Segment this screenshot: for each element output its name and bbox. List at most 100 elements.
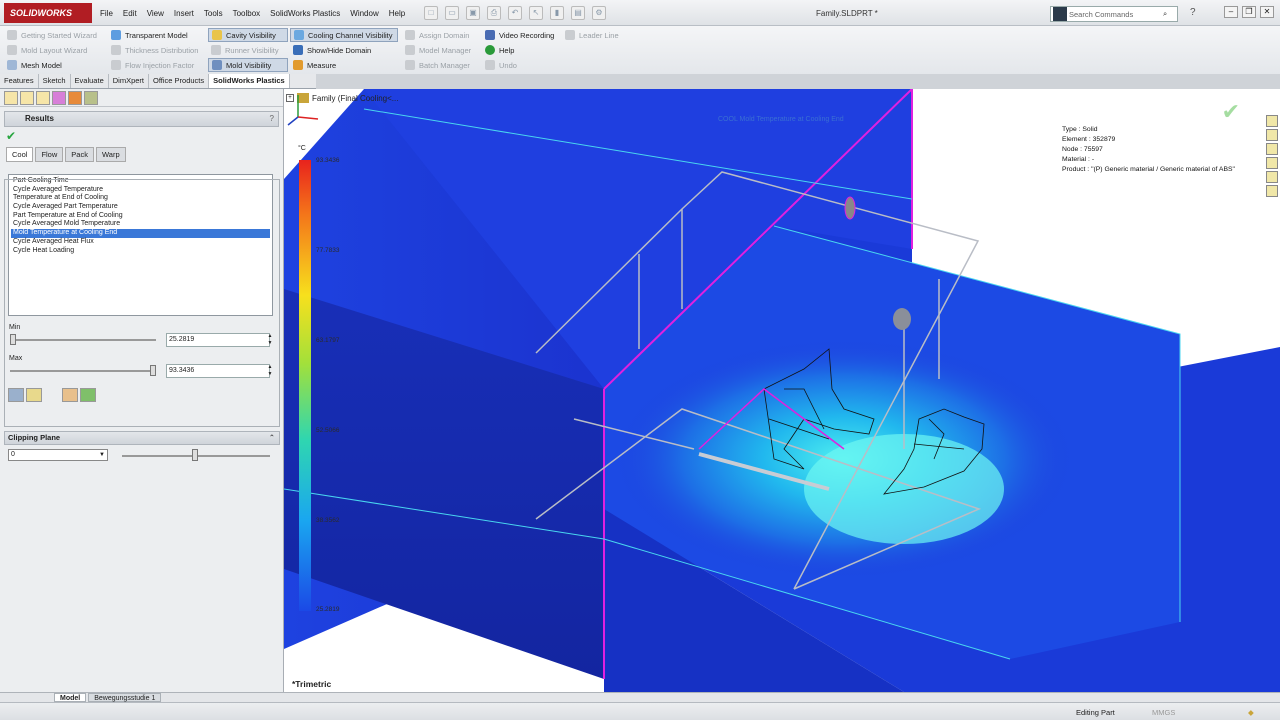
search-scope-icon[interactable]: [1053, 7, 1067, 21]
tab-solidworks-plastics[interactable]: SolidWorks Plastics: [209, 74, 290, 88]
plastics-manager-icon[interactable]: [84, 90, 98, 105]
results-list[interactable]: Part Cooling Time Cycle Averaged Tempera…: [8, 174, 273, 316]
min-value-field[interactable]: 25.2819: [166, 333, 270, 347]
tab-flow[interactable]: Flow: [35, 147, 64, 162]
legend-icon[interactable]: [8, 388, 24, 402]
tab-features[interactable]: Features: [0, 74, 39, 88]
cooling-channel-visibility-button[interactable]: Cooling Channel Visibility: [290, 28, 398, 42]
assign-domain-button[interactable]: Assign Domain: [402, 28, 472, 42]
graphics-area[interactable]: + Family (Final Cooling<... COOL Mold Te…: [284, 89, 1280, 692]
mold-layout-wizard-button[interactable]: Mold Layout Wizard: [4, 43, 90, 57]
cavity-visibility-button[interactable]: Cavity Visibility: [208, 28, 288, 42]
menu-file[interactable]: File: [100, 9, 113, 18]
tab-sketch[interactable]: Sketch: [39, 74, 71, 88]
display-manager-icon[interactable]: [68, 90, 82, 105]
list-item[interactable]: Part Temperature at End of Cooling: [11, 212, 270, 221]
list-item-selected[interactable]: Mold Temperature at Cooling End: [11, 229, 270, 238]
help-icon[interactable]: ?: [1190, 7, 1196, 18]
tab-cool[interactable]: Cool: [6, 147, 34, 162]
search-input[interactable]: Search Commands: [1069, 10, 1163, 19]
minimize-icon[interactable]: –: [1224, 6, 1238, 18]
file-properties-icon[interactable]: ▤: [571, 6, 585, 20]
restore-icon[interactable]: ❐: [1242, 6, 1256, 18]
menu-view[interactable]: View: [147, 9, 164, 18]
tab-motion-study[interactable]: Bewegungsstudie 1: [88, 693, 162, 702]
tab-pack[interactable]: Pack: [65, 147, 94, 162]
view-palette-icon[interactable]: [1266, 157, 1278, 169]
design-library-icon[interactable]: [1266, 129, 1278, 141]
help-button[interactable]: Help: [482, 43, 517, 57]
measure-button[interactable]: Measure: [290, 58, 339, 72]
menu-tools[interactable]: Tools: [204, 9, 223, 18]
edit-plot-icon[interactable]: [62, 388, 78, 402]
appearances-icon[interactable]: [1266, 171, 1278, 183]
max-slider-thumb[interactable]: [150, 365, 156, 376]
show-hide-domain-button[interactable]: Show/Hide Domain: [290, 43, 374, 57]
folder-icon[interactable]: [26, 388, 42, 402]
clipping-plane-header[interactable]: Clipping Plane ⌃: [4, 431, 280, 445]
runner-visibility-button[interactable]: Runner Visibility: [208, 43, 282, 57]
status-units[interactable]: MMGS: [1152, 708, 1175, 717]
print-icon[interactable]: ⎙: [487, 6, 501, 20]
menu-toolbox[interactable]: Toolbox: [233, 9, 261, 18]
undo-icon[interactable]: ↶: [508, 6, 522, 20]
property-manager-icon[interactable]: [20, 90, 34, 105]
mold-visibility-button[interactable]: Mold Visibility: [208, 58, 288, 72]
ok-check-icon[interactable]: ✔: [6, 129, 277, 143]
solidworks-resources-icon[interactable]: [1266, 115, 1278, 127]
tab-model[interactable]: Model: [54, 693, 87, 702]
tab-evaluate[interactable]: Evaluate: [71, 74, 109, 88]
clipping-plane-select[interactable]: 0 ▼: [8, 449, 108, 461]
open-file-icon[interactable]: ▭: [445, 6, 459, 20]
flow-injection-factor-button[interactable]: Flow Injection Factor: [108, 58, 197, 72]
rebuild-icon[interactable]: ▮: [550, 6, 564, 20]
model-manager-button[interactable]: Model Manager: [402, 43, 474, 57]
collapse-icon[interactable]: ⌃: [269, 432, 275, 444]
menu-help[interactable]: Help: [389, 9, 405, 18]
search-commands[interactable]: Search Commands ⌕: [1050, 6, 1178, 22]
feature-manager-icon[interactable]: [4, 90, 18, 105]
list-item[interactable]: Cycle Averaged Temperature: [11, 186, 270, 195]
list-item[interactable]: Cycle Averaged Heat Flux: [11, 238, 270, 247]
mesh-model-button[interactable]: Mesh Model: [4, 58, 65, 72]
undo-button[interactable]: Undo: [482, 58, 520, 72]
menu-insert[interactable]: Insert: [174, 9, 194, 18]
min-slider-track[interactable]: [10, 339, 156, 341]
transparent-model-button[interactable]: Transparent Model: [108, 28, 191, 42]
max-value-field[interactable]: 93.3436: [166, 364, 270, 378]
rebuild-status-icon[interactable]: ◆: [1248, 708, 1254, 717]
tab-dimxpert[interactable]: DimXpert: [109, 74, 149, 88]
select-icon[interactable]: ↖: [529, 6, 543, 20]
batch-manager-button[interactable]: Batch Manager: [402, 58, 473, 72]
custom-properties-icon[interactable]: [1266, 185, 1278, 197]
help-icon[interactable]: ?: [270, 112, 274, 126]
new-file-icon[interactable]: □: [424, 6, 438, 20]
configuration-manager-icon[interactable]: [36, 90, 50, 105]
menu-edit[interactable]: Edit: [123, 9, 137, 18]
list-item[interactable]: Cycle Averaged Part Temperature: [11, 203, 270, 212]
save-icon[interactable]: ▣: [466, 6, 480, 20]
thickness-distribution-button[interactable]: Thickness Distribution: [108, 43, 201, 57]
min-spinner-icon[interactable]: ▲ ▼: [266, 333, 274, 347]
list-item[interactable]: Temperature at End of Cooling: [11, 194, 270, 203]
list-item[interactable]: Part Cooling Time: [11, 177, 270, 186]
getting-started-wizard-button[interactable]: Getting Started Wizard: [4, 28, 100, 42]
max-slider-track[interactable]: [10, 370, 156, 372]
search-icon[interactable]: ⌕: [1163, 9, 1177, 19]
video-recording-button[interactable]: Video Recording: [482, 28, 557, 42]
menu-window[interactable]: Window: [350, 9, 378, 18]
max-spinner-icon[interactable]: ▲ ▼: [266, 364, 274, 378]
confirmation-corner-icon[interactable]: ✔: [1222, 99, 1240, 125]
tab-office-products[interactable]: Office Products: [149, 74, 210, 88]
min-slider-thumb[interactable]: [10, 334, 16, 345]
menu-solidworks-plastics[interactable]: SolidWorks Plastics: [270, 9, 340, 18]
export-plot-icon[interactable]: [80, 388, 96, 402]
solidworks-logo[interactable]: SOLIDWORKS: [4, 3, 92, 23]
file-explorer-icon[interactable]: [1266, 143, 1278, 155]
clipping-slider-thumb[interactable]: [192, 449, 198, 461]
list-item[interactable]: Cycle Heat Loading: [11, 247, 270, 256]
list-item[interactable]: Cycle Averaged Mold Temperature: [11, 220, 270, 229]
dimxpert-manager-icon[interactable]: [52, 90, 66, 105]
close-icon[interactable]: ✕: [1260, 6, 1274, 18]
tab-warp[interactable]: Warp: [95, 147, 126, 162]
